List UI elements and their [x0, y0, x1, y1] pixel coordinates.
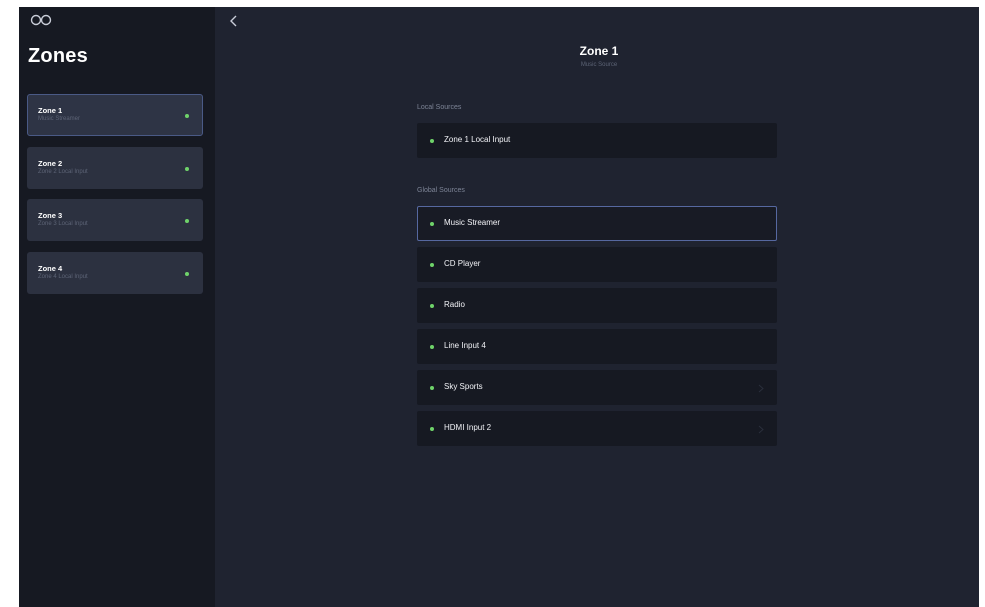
source-row-zone-1-local-input[interactable]: Zone 1 Local Input: [417, 123, 777, 158]
global-sources-heading: Global Sources: [417, 187, 465, 194]
zone-source: Music Streamer: [38, 116, 81, 122]
page-subtitle: Music Source: [580, 62, 618, 68]
status-dot: [430, 345, 434, 349]
zone-name: Zone 4: [38, 264, 63, 273]
source-label: Sky Sports: [444, 382, 483, 391]
zone-source: Zone 2 Local Input: [38, 169, 88, 175]
chevron-right-icon: [758, 384, 764, 393]
status-dot: [430, 427, 434, 431]
source-row-music-streamer[interactable]: Music Streamer: [417, 206, 777, 241]
zone-card-4[interactable]: Zone 4 Zone 4 Local Input: [27, 252, 203, 294]
source-label: Radio: [444, 300, 465, 309]
source-label: HDMI Input 2: [444, 423, 492, 432]
zones-sidebar: Zones Zone 1 Music Streamer Zone 2 Zone …: [19, 7, 215, 607]
source-row-radio[interactable]: Radio: [417, 288, 777, 323]
zone-card-1[interactable]: Zone 1 Music Streamer: [27, 94, 203, 136]
zone-name: Zone 3: [38, 211, 63, 220]
status-dot: [185, 167, 189, 171]
page-title: Zone 1: [579, 44, 619, 58]
zone-card-2[interactable]: Zone 2 Zone 2 Local Input: [27, 147, 203, 189]
source-label: Zone 1 Local Input: [444, 135, 511, 144]
chevron-left-icon[interactable]: [229, 15, 239, 27]
source-row-sky-sports[interactable]: Sky Sports: [417, 370, 777, 405]
status-dot: [430, 304, 434, 308]
zone-name: Zone 1: [38, 106, 63, 115]
status-dot: [185, 219, 189, 223]
zone-card-3[interactable]: Zone 3 Zone 3 Local Input: [27, 199, 203, 241]
status-dot: [185, 272, 189, 276]
source-label: Line Input 4: [444, 341, 486, 350]
status-dot: [185, 114, 189, 118]
status-dot: [430, 386, 434, 390]
source-label: Music Streamer: [444, 218, 501, 227]
zone-source: Zone 3 Local Input: [38, 221, 88, 227]
source-row-line-input-4[interactable]: Line Input 4: [417, 329, 777, 364]
chevron-right-icon: [758, 425, 764, 434]
status-dot: [430, 263, 434, 267]
app-window: Zones Zone 1 Music Streamer Zone 2 Zone …: [19, 7, 979, 607]
zone-name: Zone 2: [38, 159, 63, 168]
source-row-hdmi-input-2[interactable]: HDMI Input 2: [417, 411, 777, 446]
local-sources-heading: Local Sources: [417, 104, 462, 111]
sidebar-title: Zones: [28, 45, 88, 67]
infinity-logo-icon: [30, 14, 52, 26]
status-dot: [430, 222, 434, 226]
zone-source: Zone 4 Local Input: [38, 274, 88, 280]
source-label: CD Player: [444, 259, 481, 268]
source-row-cd-player[interactable]: CD Player: [417, 247, 777, 282]
status-dot: [430, 139, 434, 143]
